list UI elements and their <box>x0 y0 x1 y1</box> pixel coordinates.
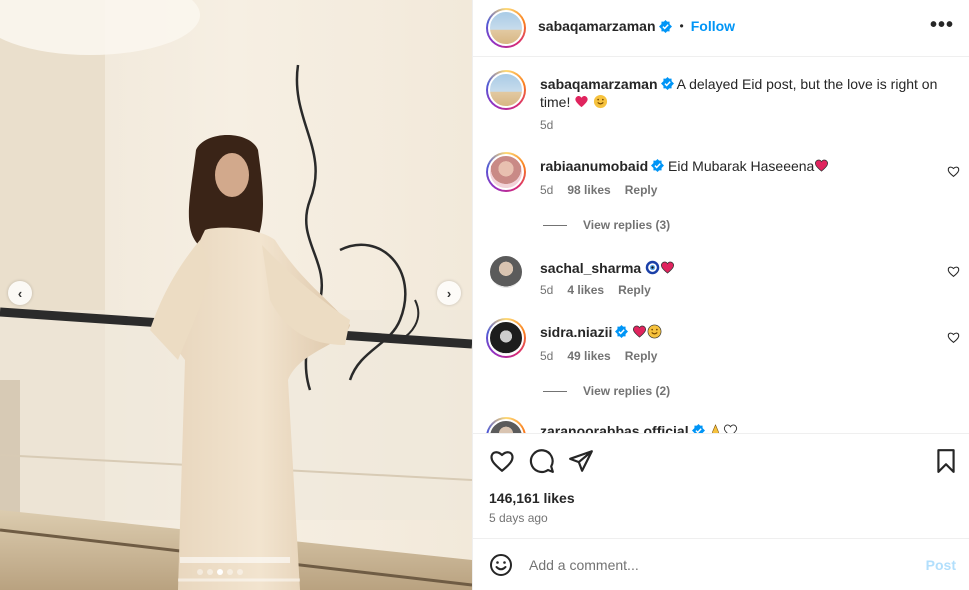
folded-hands-emoji-icon <box>712 424 720 433</box>
nazar-amulet-emoji-icon <box>645 260 660 275</box>
carousel-dot <box>197 569 203 575</box>
comment-like-heart-icon[interactable] <box>947 331 960 344</box>
hugging-face-emoji-icon <box>647 324 662 339</box>
comments-list[interactable]: sabaqamarzaman A delayed Eid post, but t… <box>473 57 969 433</box>
commenter-avatar[interactable] <box>486 318 526 358</box>
author-avatar[interactable] <box>486 8 526 48</box>
header-separator: • <box>679 19 684 33</box>
comment-like-heart-icon[interactable] <box>947 165 960 178</box>
smiley-icon[interactable] <box>489 553 513 577</box>
commenter-avatar[interactable] <box>490 256 522 288</box>
commenter-username[interactable]: sachal_sharma <box>540 260 641 276</box>
carousel-indicator <box>197 569 243 575</box>
caption-username[interactable]: sabaqamarzaman <box>540 76 658 92</box>
red-heart-emoji-icon <box>661 261 675 274</box>
hugging-face-emoji-icon <box>594 94 608 109</box>
commenter-avatar[interactable] <box>486 152 526 192</box>
comment-likes[interactable]: 4 likes <box>567 283 604 297</box>
view-replies-label: View replies (2) <box>583 384 671 398</box>
add-comment-bar: Post <box>473 538 969 590</box>
view-replies-button[interactable]: View replies (2) <box>543 384 670 398</box>
red-heart-emoji-icon <box>815 159 829 172</box>
heart-icon[interactable] <box>489 448 515 474</box>
previous-photo-button[interactable]: ‹ <box>8 281 32 305</box>
verified-badge-icon <box>658 19 672 33</box>
paper-plane-icon[interactable] <box>568 448 594 474</box>
red-heart-emoji-icon <box>575 95 588 108</box>
post-comment-button[interactable]: Post <box>926 557 956 573</box>
commenter-username[interactable]: zaranoorabbas.official <box>540 423 689 433</box>
reply-button[interactable]: Reply <box>625 349 658 363</box>
reply-button[interactable]: Reply <box>618 283 651 297</box>
post-date[interactable]: 5 days ago <box>489 511 548 525</box>
photo-illustration <box>0 0 472 590</box>
comment-bubble-icon[interactable] <box>529 448 555 474</box>
post-header: sabaqamarzaman • Follow ••• <box>473 0 969 57</box>
post-actions: 146,161 likes 5 days ago <box>473 433 969 538</box>
commenter-username[interactable]: sidra.niazii <box>540 324 612 340</box>
next-photo-button[interactable]: › <box>437 281 461 305</box>
comment-likes[interactable]: 98 likes <box>567 183 610 197</box>
verified-badge-icon <box>651 159 665 172</box>
carousel-dot <box>237 569 243 575</box>
commenter-avatar[interactable] <box>486 417 526 433</box>
reply-button[interactable]: Reply <box>625 183 658 197</box>
red-heart-emoji-icon <box>633 325 647 338</box>
caption-avatar[interactable] <box>486 70 526 110</box>
view-replies-button[interactable]: View replies (3) <box>543 218 670 232</box>
white-heart-emoji-icon <box>724 424 738 433</box>
carousel-dot <box>227 569 233 575</box>
commenter-username[interactable]: rabiaanumobaid <box>540 158 648 174</box>
likes-count[interactable]: 146,161 likes <box>489 490 575 506</box>
comment-text: Eid Mubarak Haseeena <box>668 158 815 174</box>
author-username[interactable]: sabaqamarzaman <box>538 18 656 34</box>
replies-divider-line <box>543 224 567 226</box>
comment-time: 5d <box>540 349 554 363</box>
carousel-dot <box>207 569 213 575</box>
more-options-button[interactable]: ••• <box>930 15 954 35</box>
comment-like-heart-icon[interactable] <box>947 265 960 278</box>
caption-time: 5d <box>540 118 554 132</box>
comment-input[interactable] <box>529 549 909 581</box>
post-side-panel: sabaqamarzaman • Follow ••• sabaqamarzam… <box>472 0 969 590</box>
bookmark-icon[interactable] <box>933 448 959 474</box>
comment-likes[interactable]: 49 likes <box>567 349 610 363</box>
comment-time: 5d <box>540 183 554 197</box>
post-photo[interactable]: ‹ › <box>0 0 472 590</box>
follow-button[interactable]: Follow <box>691 18 735 34</box>
comment-time: 5d <box>540 283 554 297</box>
verified-badge-icon <box>660 77 674 90</box>
verified-badge-icon <box>691 424 705 433</box>
carousel-dot-active <box>217 569 223 575</box>
view-replies-label: View replies (3) <box>583 218 671 232</box>
verified-badge-icon <box>615 325 629 338</box>
replies-divider-line <box>543 390 567 392</box>
